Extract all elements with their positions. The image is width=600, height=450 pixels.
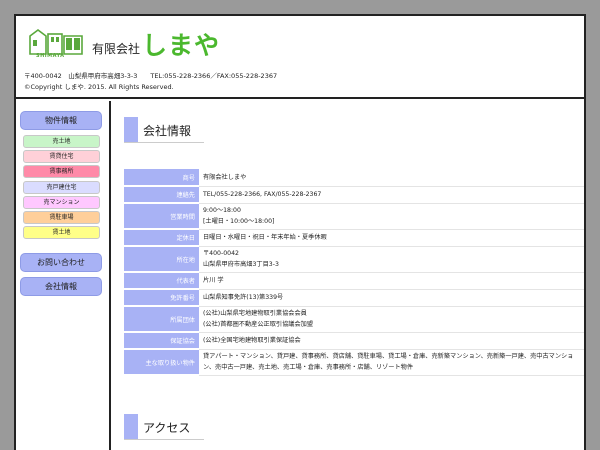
info-row-label: 営業時間 bbox=[124, 203, 199, 230]
info-row-label: 定休日 bbox=[124, 229, 199, 247]
copyright: ©Copyright しまや. 2015. All Rights Reserve… bbox=[24, 83, 174, 91]
company-info-button[interactable]: 会社情報 bbox=[20, 277, 102, 296]
shimaya-logo[interactable] bbox=[28, 28, 84, 66]
info-row-label: 主な取り扱い物件 bbox=[124, 349, 199, 376]
logo-text: SHIMAYA bbox=[36, 53, 65, 59]
heading-text: 会社情報 bbox=[143, 124, 192, 138]
info-row-value: 貸アパート・マンション、貸戸建、貸事務所、貸店舗、貸駐車場、貸工場・倉庫、売新築… bbox=[199, 349, 584, 376]
main-content: 会社情報 商号 有限会社しまや 連絡先 TEL/055-228-2366, FAX/0… bbox=[124, 101, 584, 450]
heading-underline bbox=[124, 142, 204, 143]
sidebar-item[interactable]: 売土地 bbox=[23, 135, 100, 148]
sidebar: 物件情報 売土地賃貸住宅 賃事務所 売戸建住宅 売マンション 賃駐車場賃土地 お問い合わ… bbox=[16, 101, 111, 450]
sidebar-item[interactable]: 賃駐車場 bbox=[23, 211, 100, 224]
info-row-value: 山梨県知事免許(13)第339号 bbox=[199, 289, 584, 307]
info-row: 定休日 日曜日・水曜日・祝日・年末年始・夏季休暇 bbox=[124, 229, 584, 247]
company-info-table: 商号 有限会社しまや 連絡先 TEL/055-228-2366, FAX/055-22… bbox=[124, 169, 584, 376]
info-row-value: 日曜日・水曜日・祝日・年末年始・夏季休暇 bbox=[199, 229, 584, 247]
info-row-label: 保証協会 bbox=[124, 332, 199, 350]
address-line: 〒400-0042 山梨県甲府市高畑3-3-3 TEL:055-228-2366… bbox=[24, 72, 278, 80]
heading-bar bbox=[124, 414, 138, 440]
info-row: 代表者 片川 学 bbox=[124, 272, 584, 290]
info-row-label: 連絡先 bbox=[124, 186, 199, 204]
sidebar-item[interactable]: 売マンション bbox=[23, 195, 100, 209]
info-row: 免許番号 山梨県知事免許(13)第339号 bbox=[124, 289, 584, 307]
info-row-value: (公社)山梨県宅地建物取引業協会会員 (公社)首都圏不動産公正取引協議会加盟 bbox=[199, 306, 584, 333]
info-row-label: 免許番号 bbox=[124, 289, 199, 307]
info-row-value: (公社)全国宅地建物取引業保証協会 bbox=[199, 332, 584, 350]
info-row-value: 有限会社しまや bbox=[199, 169, 584, 187]
info-row-value: 9:00～18:00 [土曜日・10:00～18:00] bbox=[199, 203, 584, 230]
access-heading: アクセス bbox=[124, 414, 204, 440]
company-info-heading: 会社情報 bbox=[124, 117, 204, 143]
info-row: 保証協会 (公社)全国宅地建物取引業保証協会 bbox=[124, 332, 584, 350]
sidebar-item[interactable]: 賃貸住宅 bbox=[23, 150, 100, 164]
info-row-label: 代表者 bbox=[124, 272, 199, 290]
info-row: 主な取り扱い物件 貸アパート・マンション、貸戸建、貸事務所、貸店舗、貸駐車場、貸工… bbox=[124, 349, 584, 376]
info-row: 所在地 〒400-0042 山梨県甲府市高畑3丁目3-3 bbox=[124, 246, 584, 273]
info-row: 営業時間 9:00～18:00 [土曜日・10:00～18:00] bbox=[124, 203, 584, 230]
info-row: 商号 有限会社しまや bbox=[124, 169, 584, 187]
info-row-label: 所在地 bbox=[124, 246, 199, 273]
sidebar-item[interactable]: 賃土地 bbox=[23, 226, 100, 240]
heading-underline bbox=[124, 439, 204, 440]
info-row-value: 片川 学 bbox=[199, 272, 584, 290]
info-row-value: TEL/055-228-2366, FAX/055-228-2367 bbox=[199, 186, 584, 204]
company-prefix: 有限会社 bbox=[92, 42, 141, 56]
page-frame: SHIMAYA 有限会社 しまや 〒400-0042 山梨県甲府市高畑3-3-3… bbox=[14, 14, 586, 450]
contact-button[interactable]: お問い合わせ bbox=[20, 253, 102, 272]
info-row: 所属団体 (公社)山梨県宅地建物取引業協会会員 (公社)首都圏不動産公正取引協議会… bbox=[124, 306, 584, 333]
sidebar-item[interactable]: 賃事務所 bbox=[23, 165, 100, 179]
info-row: 連絡先 TEL/055-228-2366, FAX/055-228-2367 bbox=[124, 186, 584, 204]
sidebar-item[interactable]: 売戸建住宅 bbox=[23, 180, 100, 194]
info-row-value: 〒400-0042 山梨県甲府市高畑3丁目3-3 bbox=[199, 246, 584, 273]
info-row-label: 所属団体 bbox=[124, 306, 199, 333]
heading-text: アクセス bbox=[143, 421, 191, 435]
property-info-button[interactable]: 物件情報 bbox=[20, 111, 102, 130]
heading-bar bbox=[124, 117, 138, 143]
company-name[interactable]: しまや bbox=[142, 26, 220, 62]
info-row-label: 商号 bbox=[124, 169, 199, 187]
site-header: SHIMAYA 有限会社 しまや 〒400-0042 山梨県甲府市高畑3-3-3… bbox=[16, 16, 584, 99]
